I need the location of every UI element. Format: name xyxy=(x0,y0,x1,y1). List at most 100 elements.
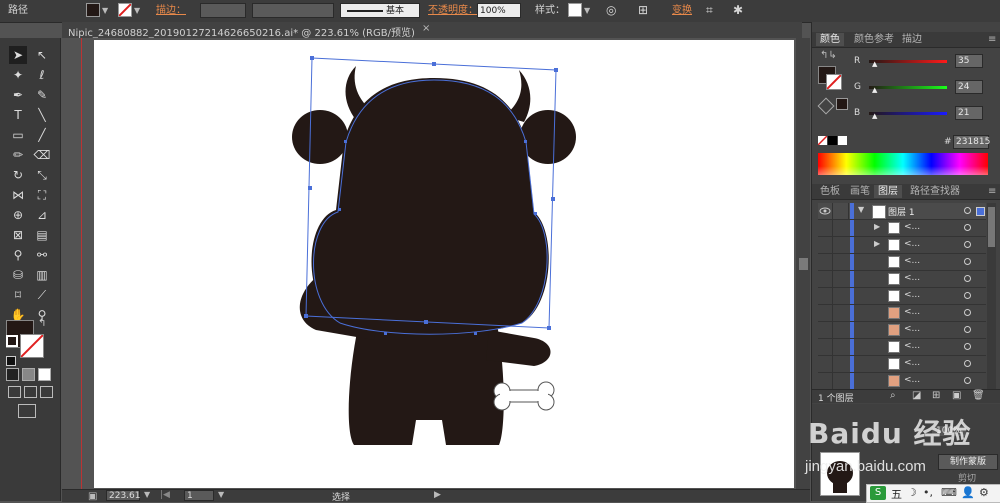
recolor-icon[interactable]: ◎ xyxy=(606,3,616,18)
lasso-tool-icon[interactable]: ℓ xyxy=(33,66,51,84)
style-dropdown-icon[interactable]: ▼ xyxy=(584,3,590,18)
type-tool-icon[interactable]: T xyxy=(9,106,27,124)
bull-illustration[interactable] xyxy=(94,40,794,488)
fill-swatch[interactable] xyxy=(86,3,100,17)
make-mask-button[interactable]: 制作蒙版 xyxy=(938,454,998,470)
swap-fill-stroke-icon[interactable]: ↰↳ xyxy=(820,50,837,61)
layer-row[interactable]: ▶ <... xyxy=(818,237,986,254)
keyboard-icon[interactable]: ⌨ xyxy=(941,486,957,499)
variable-width-field[interactable] xyxy=(252,3,334,18)
artboard[interactable] xyxy=(94,40,794,488)
tab-stroke[interactable]: 描边 xyxy=(898,33,926,46)
selection-square-icon[interactable] xyxy=(976,207,985,216)
blend-tool-icon[interactable]: ⚯ xyxy=(33,246,51,264)
hex-value-input[interactable]: 231815 xyxy=(953,135,990,149)
column-graph-tool-icon[interactable]: ▥ xyxy=(33,266,51,284)
punctuation-icon[interactable]: •, xyxy=(923,486,933,499)
sublayer-name[interactable]: <... xyxy=(904,222,920,232)
transform-label[interactable]: 变换 xyxy=(672,3,692,18)
sublayer-name[interactable]: <... xyxy=(904,324,920,334)
g-value-input[interactable]: 24 xyxy=(955,80,983,94)
magic-wand-tool-icon[interactable]: ✦ xyxy=(9,66,27,84)
layer-row[interactable]: <... xyxy=(818,254,986,271)
gradient-tool-icon[interactable]: ▤ xyxy=(33,226,51,244)
page-input[interactable]: 1 xyxy=(184,490,214,501)
layer-name[interactable]: 图层 1 xyxy=(888,205,915,218)
target-circle-icon[interactable] xyxy=(964,241,971,248)
sublayer-name[interactable]: <... xyxy=(904,375,920,385)
page-dropdown-icon[interactable]: ▼ xyxy=(218,490,224,499)
scale-tool-icon[interactable]: ⤡ xyxy=(33,166,51,184)
visibility-eye-icon[interactable] xyxy=(818,322,833,338)
layers-scrollbar[interactable] xyxy=(987,203,996,389)
paintbrush-tool-icon[interactable]: ╱ xyxy=(33,126,51,144)
target-circle-icon[interactable] xyxy=(964,309,971,316)
style-swatch[interactable] xyxy=(568,3,582,17)
sublayer-name[interactable]: <... xyxy=(904,358,920,368)
stroke-swatch[interactable] xyxy=(118,3,132,17)
tab-swatches[interactable]: 色板 xyxy=(816,185,844,198)
b-value-input[interactable]: 21 xyxy=(955,106,983,120)
visibility-eye-icon[interactable] xyxy=(818,356,833,372)
draw-inside-icon[interactable] xyxy=(40,386,53,398)
symbol-sprayer-tool-icon[interactable]: ⛁ xyxy=(9,266,27,284)
none-swatch[interactable] xyxy=(818,136,827,145)
sublayer-name[interactable]: <... xyxy=(904,273,920,283)
none-mode-icon[interactable] xyxy=(38,368,51,381)
free-transform-tool-icon[interactable]: ⛶ xyxy=(33,186,51,204)
status-menu-icon[interactable]: ▶ xyxy=(434,490,441,500)
target-circle-icon[interactable] xyxy=(964,207,971,214)
b-slider-thumb-icon[interactable]: ▲ xyxy=(872,112,877,120)
g-slider[interactable] xyxy=(869,86,947,89)
perspective-grid-tool-icon[interactable]: ⊿ xyxy=(33,206,51,224)
user-icon[interactable]: 👤 xyxy=(961,486,975,499)
white-swatch[interactable] xyxy=(838,136,847,145)
layers-panel-menu-icon[interactable]: ≡ xyxy=(984,185,1000,198)
stroke-color-box[interactable] xyxy=(20,334,44,358)
fill-dropdown-icon[interactable]: ▼ xyxy=(102,3,108,18)
mesh-tool-icon[interactable]: ⊠ xyxy=(9,226,27,244)
opacity-label[interactable]: 不透明度： xyxy=(428,3,478,18)
target-circle-icon[interactable] xyxy=(964,292,971,299)
layer-row[interactable]: <... xyxy=(818,373,986,390)
width-tool-icon[interactable]: ⋈ xyxy=(9,186,27,204)
tab-brushes[interactable]: 画笔 xyxy=(846,185,874,198)
gradient-mode-icon[interactable] xyxy=(22,368,35,381)
tab-color[interactable]: 颜色 xyxy=(816,33,844,46)
layer-row[interactable]: <... xyxy=(818,305,986,322)
visibility-eye-icon[interactable] xyxy=(818,237,833,253)
layer-row[interactable]: <... xyxy=(818,271,986,288)
black-swatch[interactable] xyxy=(828,136,837,145)
lock-toggle[interactable] xyxy=(834,203,849,219)
close-icon[interactable]: × xyxy=(422,23,430,34)
zoom-dropdown-icon[interactable]: ▼ xyxy=(144,490,150,499)
r-slider[interactable] xyxy=(869,60,947,63)
color-mode-icon[interactable] xyxy=(6,368,19,381)
target-circle-icon[interactable] xyxy=(964,326,971,333)
direct-selection-tool-icon[interactable]: ↖ xyxy=(33,46,51,64)
sublayer-name[interactable]: <... xyxy=(904,239,920,249)
layer-row[interactable]: <... xyxy=(818,339,986,356)
sublayer-name[interactable]: <... xyxy=(904,341,920,351)
sublayer-name[interactable]: <... xyxy=(904,256,920,266)
artboard-tool-icon[interactable]: ⌑ xyxy=(9,286,27,304)
panel-menu-icon[interactable]: ≡ xyxy=(984,33,1000,46)
eraser-tool-icon[interactable]: ⌫ xyxy=(33,146,51,164)
layer-row[interactable]: <... xyxy=(818,288,986,305)
curvature-tool-icon[interactable]: ✎ xyxy=(33,86,51,104)
pen-tool-icon[interactable]: ✒ xyxy=(9,86,27,104)
isolate-icon[interactable]: ⌗ xyxy=(706,3,713,18)
vertical-scroll-thumb[interactable] xyxy=(799,258,808,270)
sublayer-name[interactable]: <... xyxy=(904,307,920,317)
target-circle-icon[interactable] xyxy=(964,343,971,350)
b-slider[interactable] xyxy=(869,112,947,115)
color-panel-stroke-box[interactable] xyxy=(826,74,842,90)
shape-builder-tool-icon[interactable]: ⊕ xyxy=(9,206,27,224)
moon-icon[interactable]: ☽ xyxy=(907,486,917,499)
visibility-eye-icon[interactable] xyxy=(818,373,833,389)
ime-logo-icon[interactable]: S xyxy=(870,486,886,500)
stroke-label[interactable]: 描边： xyxy=(156,3,186,18)
stroke-weight-field[interactable] xyxy=(200,3,246,18)
rotate-tool-icon[interactable]: ↻ xyxy=(9,166,27,184)
opacity-input[interactable]: 100% xyxy=(477,3,521,18)
